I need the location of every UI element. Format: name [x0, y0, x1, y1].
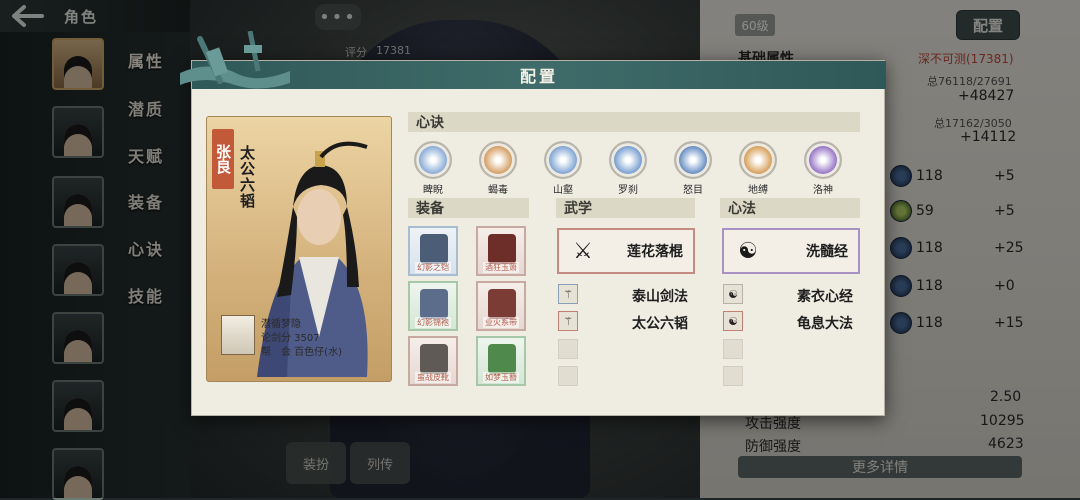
belt-icon [488, 289, 516, 319]
martial-sub-2: 太公六韬 [632, 316, 688, 332]
xinjue-item[interactable]: 罗刹 [603, 141, 653, 196]
martial-arts-main-slot[interactable]: ⚔ 莲花落棍 [557, 228, 695, 274]
xinjue-orb-icon [739, 141, 777, 179]
sword-ornament-icon [180, 31, 290, 89]
xinjue-item[interactable]: 怒目 [668, 141, 718, 196]
xinjue-orb-icon [414, 141, 452, 179]
xinjue-header: 心诀 [408, 112, 860, 132]
empty-slot[interactable] [558, 366, 578, 386]
inner-art-main-label: 洗髓经 [806, 244, 848, 260]
xinjue-label: 地缚 [748, 185, 768, 196]
staff-skill-icon: ⚔ [573, 238, 593, 264]
duel-score: 论剑分 3507 [261, 333, 320, 344]
hairpin-icon [488, 344, 516, 374]
equipment-slot[interactable]: 业火系带 [476, 281, 526, 331]
xinjue-item[interactable]: 地缚 [733, 141, 783, 196]
equipment-label: 幻影锦袍 [415, 317, 451, 328]
equipment-label: 业火系带 [483, 317, 519, 328]
xinjue-label: 睥睨 [423, 185, 443, 196]
robe-icon [420, 289, 448, 319]
equipment-slot[interactable]: 幻影锦袍 [408, 281, 458, 331]
meditation-skill-icon: ☯ [738, 238, 758, 264]
xinjue-orb-icon [479, 141, 517, 179]
martial-arts-main-label: 莲花落棍 [627, 244, 683, 260]
equipment-slot[interactable]: 幻影之铠 [408, 226, 458, 276]
modal-title: 配置 [519, 67, 558, 86]
empty-slot[interactable] [723, 339, 743, 359]
martial-arts-header: 武学 [556, 198, 695, 218]
guild-name: 帮 会 百色仔(水) [261, 347, 342, 358]
equipment-label: 如梦玉簪 [483, 372, 519, 383]
player-name: 潜循梦隐 [261, 319, 301, 330]
equipment-label: 蛮战皮靴 [415, 372, 451, 383]
xinjue-orb-icon [804, 141, 842, 179]
empty-slot[interactable] [558, 339, 578, 359]
inner-art-main-slot[interactable]: ☯ 洗髓经 [722, 228, 860, 274]
config-modal: 配置 张良 太公六韬 潜循梦隐 论剑分 3507 帮 会 百色仔(水) 心诀 睥… [180, 31, 886, 416]
inner-art-sub-2: 龟息大法 [797, 316, 853, 332]
equipment-slot[interactable]: 如梦玉簪 [476, 336, 526, 386]
inner-art-sub-1: 素衣心经 [797, 289, 853, 305]
xinjue-orb-icon [674, 141, 712, 179]
flute-icon [488, 234, 516, 264]
inner-art-header: 心法 [720, 198, 860, 218]
player-avatar [221, 315, 255, 355]
xinjue-item[interactable]: 睥睨 [408, 141, 458, 196]
empty-slot[interactable] [723, 366, 743, 386]
boots-icon [420, 344, 448, 374]
martial-sub-1: 泰山剑法 [632, 289, 688, 305]
xinjue-label: 怒目 [683, 185, 703, 196]
xinjue-label: 洛神 [813, 185, 833, 196]
hero-signature-skill: 太公六韬 [238, 145, 256, 209]
hero-name: 张良 [212, 129, 234, 189]
xinjue-item[interactable]: 洛神 [798, 141, 848, 196]
xinjue-label: 山壑 [553, 185, 573, 196]
equipment-slot[interactable]: 酒狂玉箫 [476, 226, 526, 276]
xinjue-item[interactable]: 蝎毒 [473, 141, 523, 196]
equipment-slot[interactable]: 蛮战皮靴 [408, 336, 458, 386]
modal-header: 配置 [192, 61, 886, 89]
xinjue-label: 罗刹 [618, 185, 638, 196]
hero-portrait-card: 张良 太公六韬 潜循梦隐 论剑分 3507 帮 会 百色仔(水) [206, 116, 392, 382]
xinjue-orb-icon [544, 141, 582, 179]
armor-icon [420, 234, 448, 264]
equipment-label: 酒狂玉箫 [483, 262, 519, 273]
xinjue-orb-icon [609, 141, 647, 179]
equipment-label: 幻影之铠 [415, 262, 451, 273]
equipment-header: 装备 [408, 198, 529, 218]
xinjue-label: 蝎毒 [488, 185, 508, 196]
xinjue-item[interactable]: 山壑 [538, 141, 588, 196]
hero-info: 潜循梦隐 论剑分 3507 帮 会 百色仔(水) [221, 313, 389, 367]
